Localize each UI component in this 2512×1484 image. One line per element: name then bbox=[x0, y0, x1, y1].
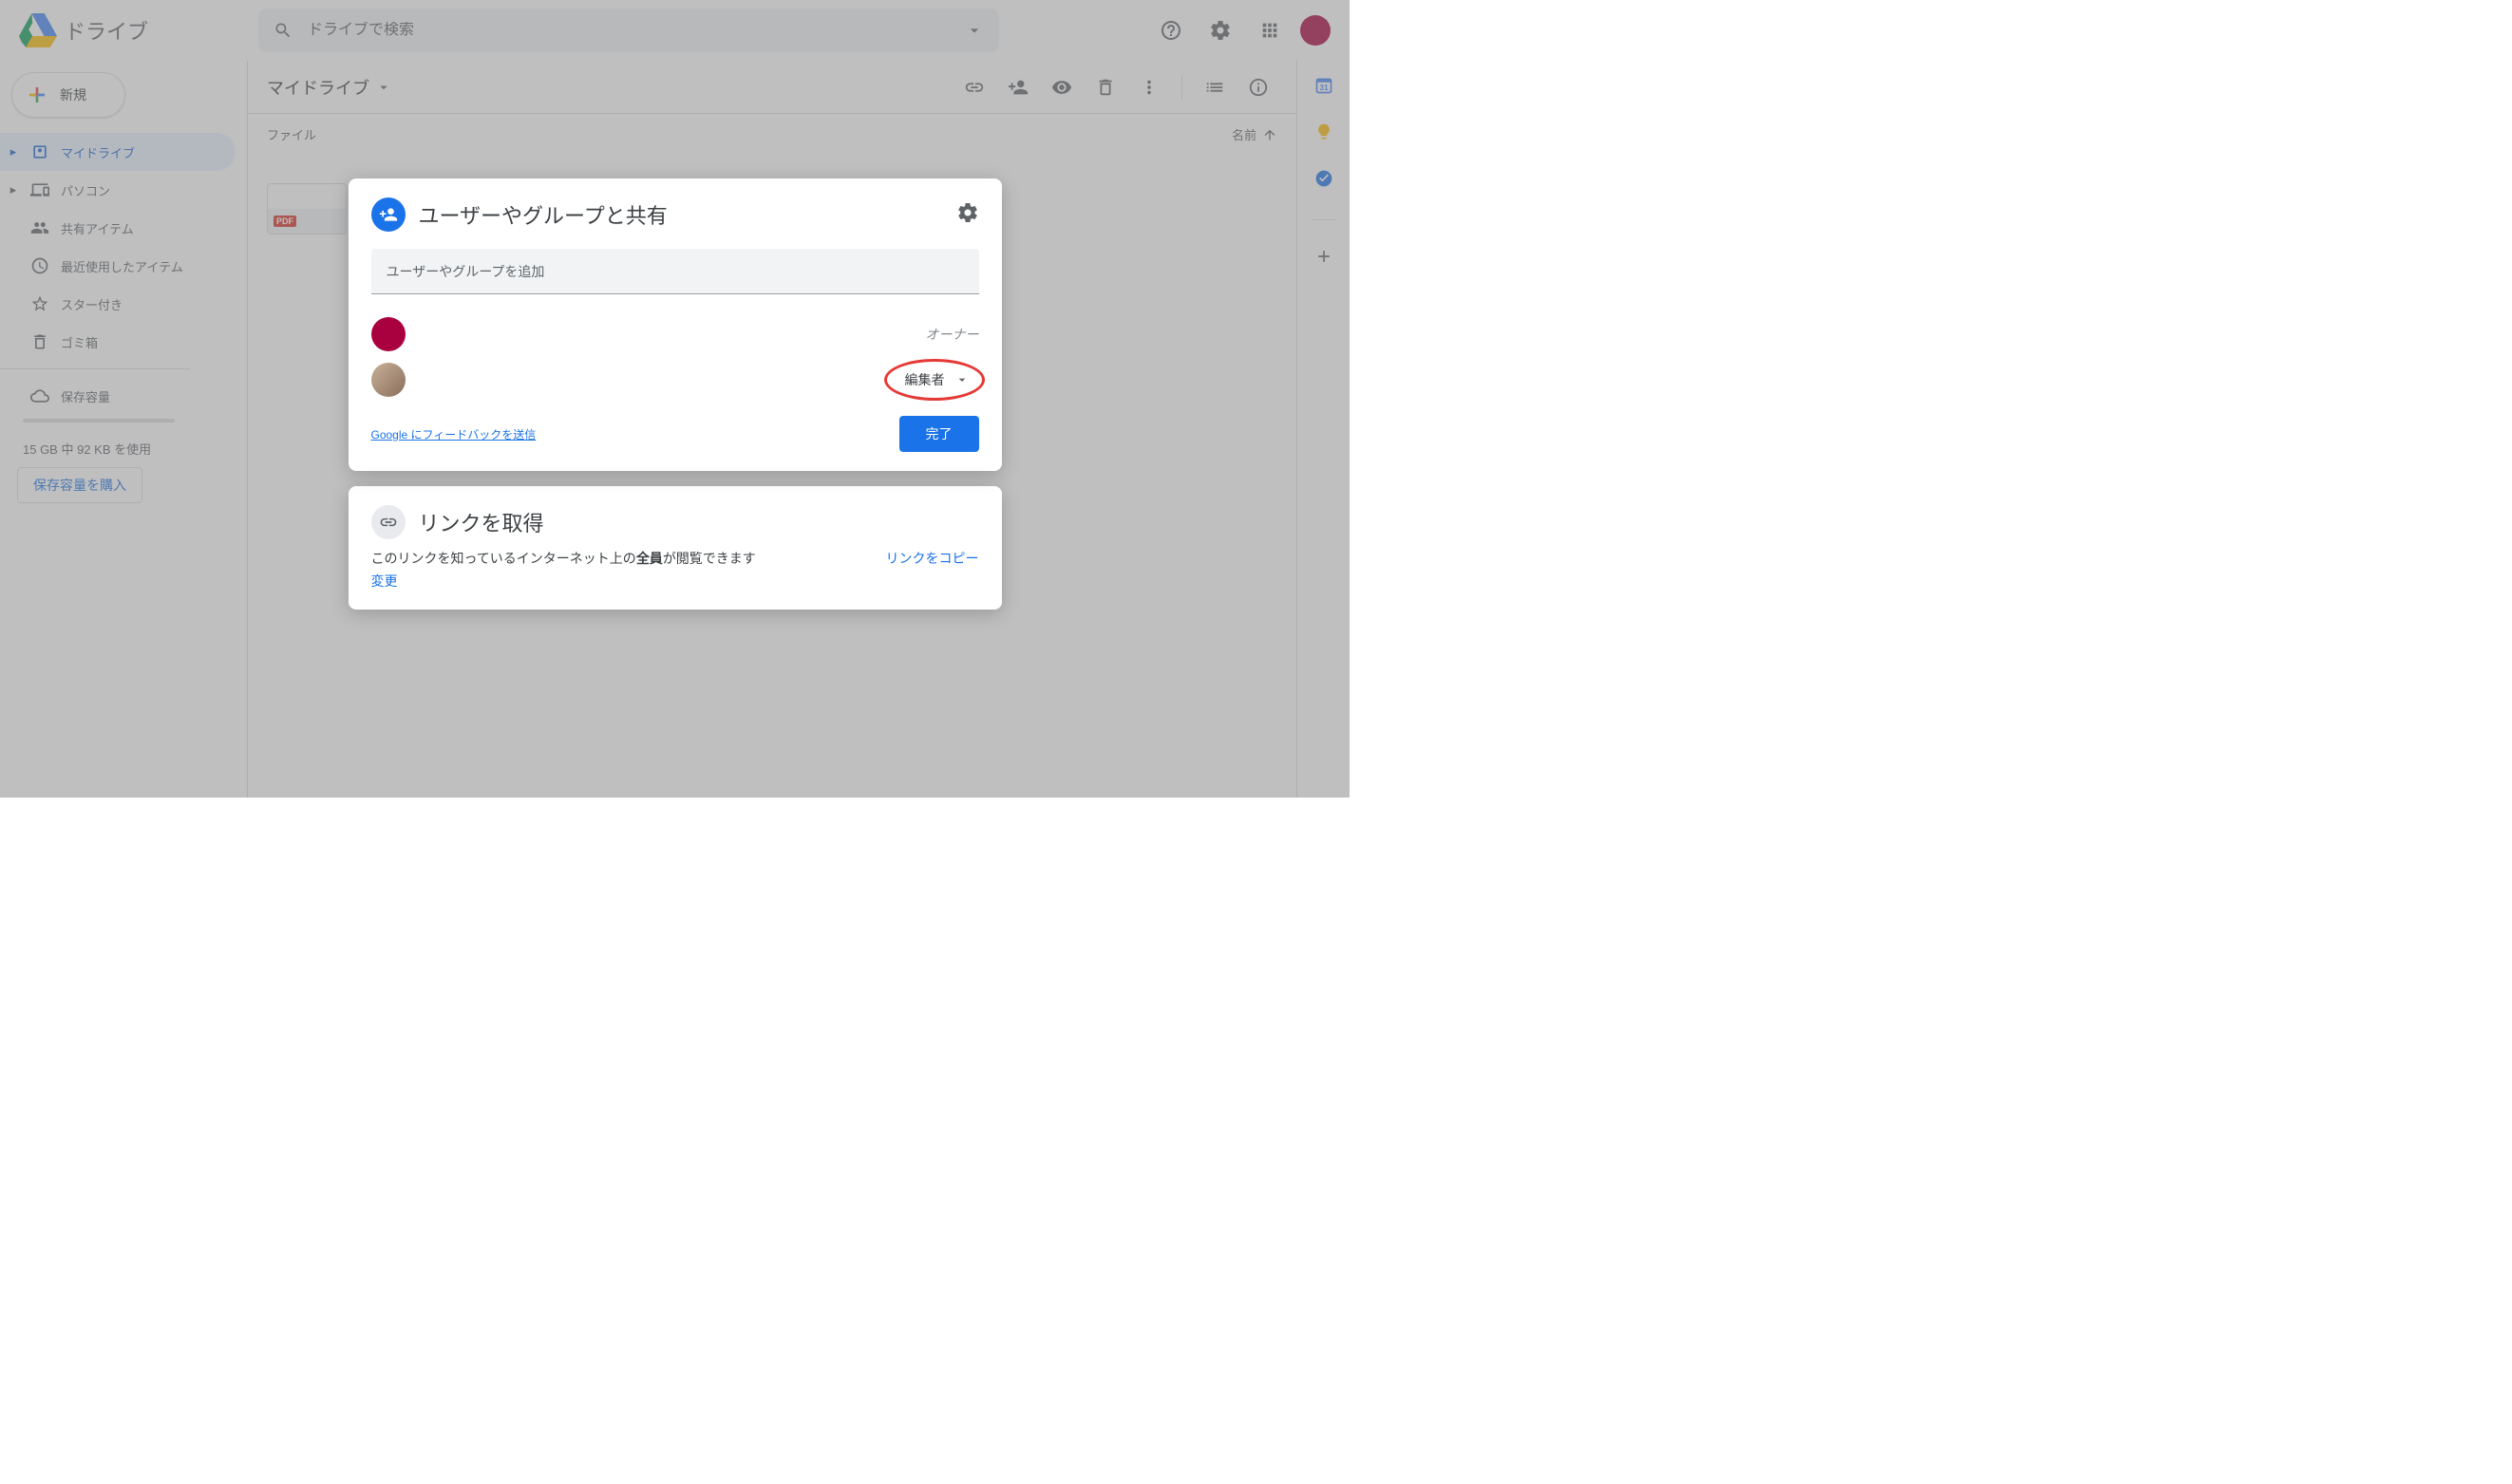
add-people-input[interactable]: ユーザーやグループを追加 bbox=[371, 249, 979, 294]
share-dialog-icon bbox=[371, 197, 406, 232]
link-dialog-icon bbox=[371, 505, 406, 539]
copy-link-button[interactable]: リンクをコピー bbox=[886, 549, 979, 568]
modal-scrim: ユーザーやグループと共有 ユーザーやグループを追加 オーナー 編集者 Googl… bbox=[0, 0, 1350, 798]
share-settings-button[interactable] bbox=[956, 201, 979, 229]
owner-label: オーナー bbox=[926, 325, 979, 344]
link-description: このリンクを知っているインターネット上の全員が閲覧できます bbox=[371, 551, 756, 566]
share-dialog-title: ユーザーやグループと共有 bbox=[419, 199, 668, 230]
share-dialog: ユーザーやグループと共有 ユーザーやグループを追加 オーナー 編集者 Googl… bbox=[349, 178, 1002, 471]
person-row-owner: オーナー bbox=[371, 311, 979, 357]
person-row-editor: 編集者 bbox=[371, 357, 979, 403]
dropdown-icon bbox=[954, 372, 970, 387]
gear-icon bbox=[956, 201, 979, 224]
person-avatar bbox=[371, 363, 406, 397]
done-button[interactable]: 完了 bbox=[899, 416, 979, 452]
link-dialog-title: リンクを取得 bbox=[419, 507, 544, 537]
person-avatar bbox=[371, 317, 406, 351]
add-people-placeholder: ユーザーやグループを追加 bbox=[387, 262, 545, 281]
change-link[interactable]: 変更 bbox=[371, 572, 756, 591]
role-dropdown[interactable]: 編集者 bbox=[896, 366, 979, 393]
role-label: 編集者 bbox=[905, 370, 945, 389]
get-link-dialog: リンクを取得 このリンクを知っているインターネット上の全員が閲覧できます 変更 … bbox=[349, 486, 1002, 610]
feedback-link[interactable]: Google にフィードバックを送信 bbox=[371, 426, 537, 442]
